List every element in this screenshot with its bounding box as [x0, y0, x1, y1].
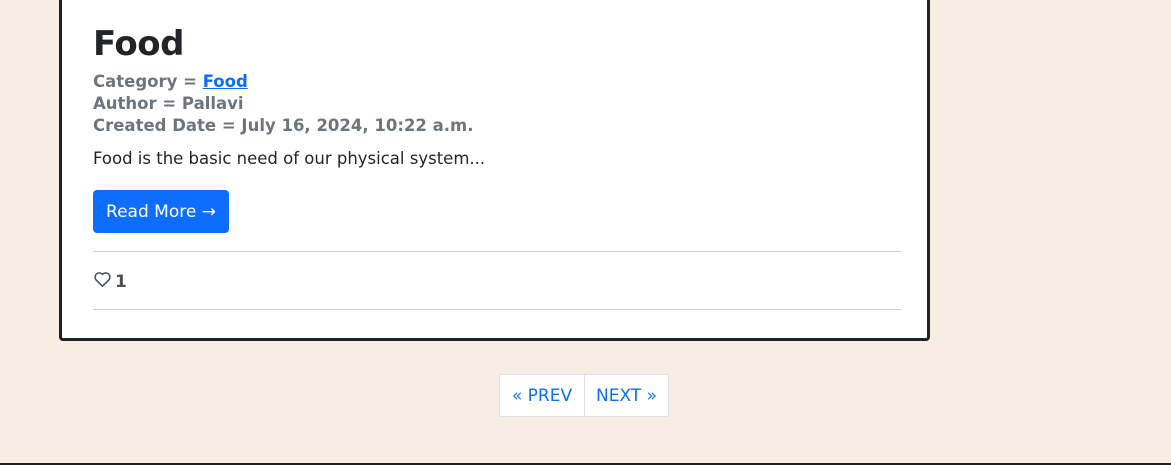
page: Food Category = Food Author = Pallavi Cr…: [0, 0, 1171, 465]
post-title: Food: [93, 24, 184, 64]
read-more-button[interactable]: Read More →: [93, 190, 229, 233]
card-divider-top: [93, 251, 901, 252]
like-count: 1: [115, 272, 127, 292]
post-category-row: Category = Food: [93, 71, 474, 93]
heart-outline-icon[interactable]: [93, 270, 115, 294]
post-author: Author = Pallavi: [93, 94, 244, 113]
like-section: 1: [93, 270, 127, 294]
post-created-date: Created Date = July 16, 2024, 10:22 a.m.: [93, 116, 474, 135]
card-divider-bottom: [93, 309, 901, 310]
post-category-link[interactable]: Food: [203, 72, 248, 91]
post-card: Food Category = Food Author = Pallavi Cr…: [59, 0, 930, 341]
post-excerpt: Food is the basic need of our physical s…: [93, 149, 486, 168]
next-page-button[interactable]: NEXT »: [584, 374, 669, 417]
pagination: « PREV NEXT »: [499, 374, 669, 417]
prev-page-button[interactable]: « PREV: [499, 374, 585, 417]
post-meta: Category = Food Author = Pallavi Created…: [93, 71, 474, 137]
post-category-label: Category =: [93, 72, 203, 91]
